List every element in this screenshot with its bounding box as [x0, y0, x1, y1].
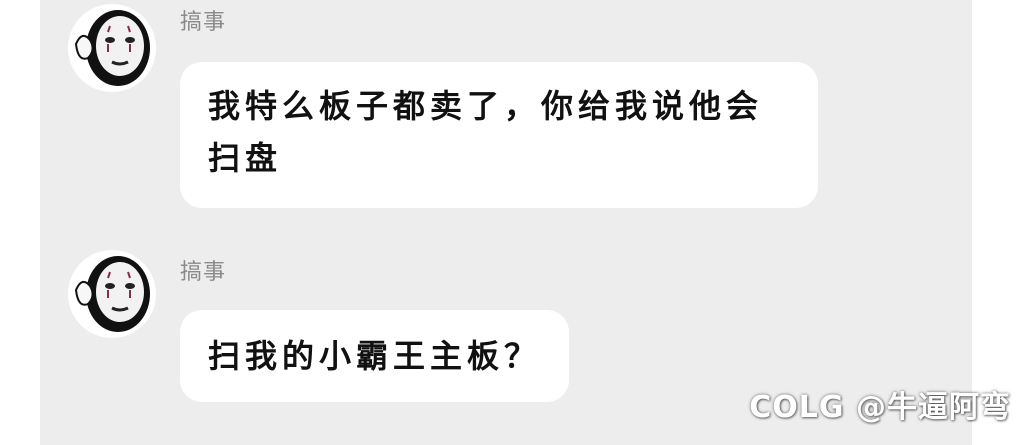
sender-avatar[interactable] — [68, 250, 156, 338]
no-face-avatar-icon — [68, 250, 156, 338]
sender-name: 搞事 — [180, 260, 227, 285]
message-text: 我特么板子都卖了，你给我说他会扫盘 — [208, 87, 764, 177]
message-bubble[interactable]: 扫我的小霸王主板？ — [180, 310, 570, 402]
sender-name: 搞事 — [180, 10, 227, 35]
sender-avatar[interactable] — [68, 4, 156, 92]
message-text: 扫我的小霸王主板？ — [208, 337, 542, 375]
watermark: COLG @牛逼阿弯 — [749, 390, 1011, 425]
message-bubble[interactable]: 我特么板子都卖了，你给我说他会扫盘 — [180, 62, 818, 208]
chat-panel: 搞事 我特么板子都卖了，你给我说他会扫盘 搞事 扫我的小霸王主板？ — [40, 0, 972, 445]
no-face-avatar-icon — [68, 4, 156, 92]
